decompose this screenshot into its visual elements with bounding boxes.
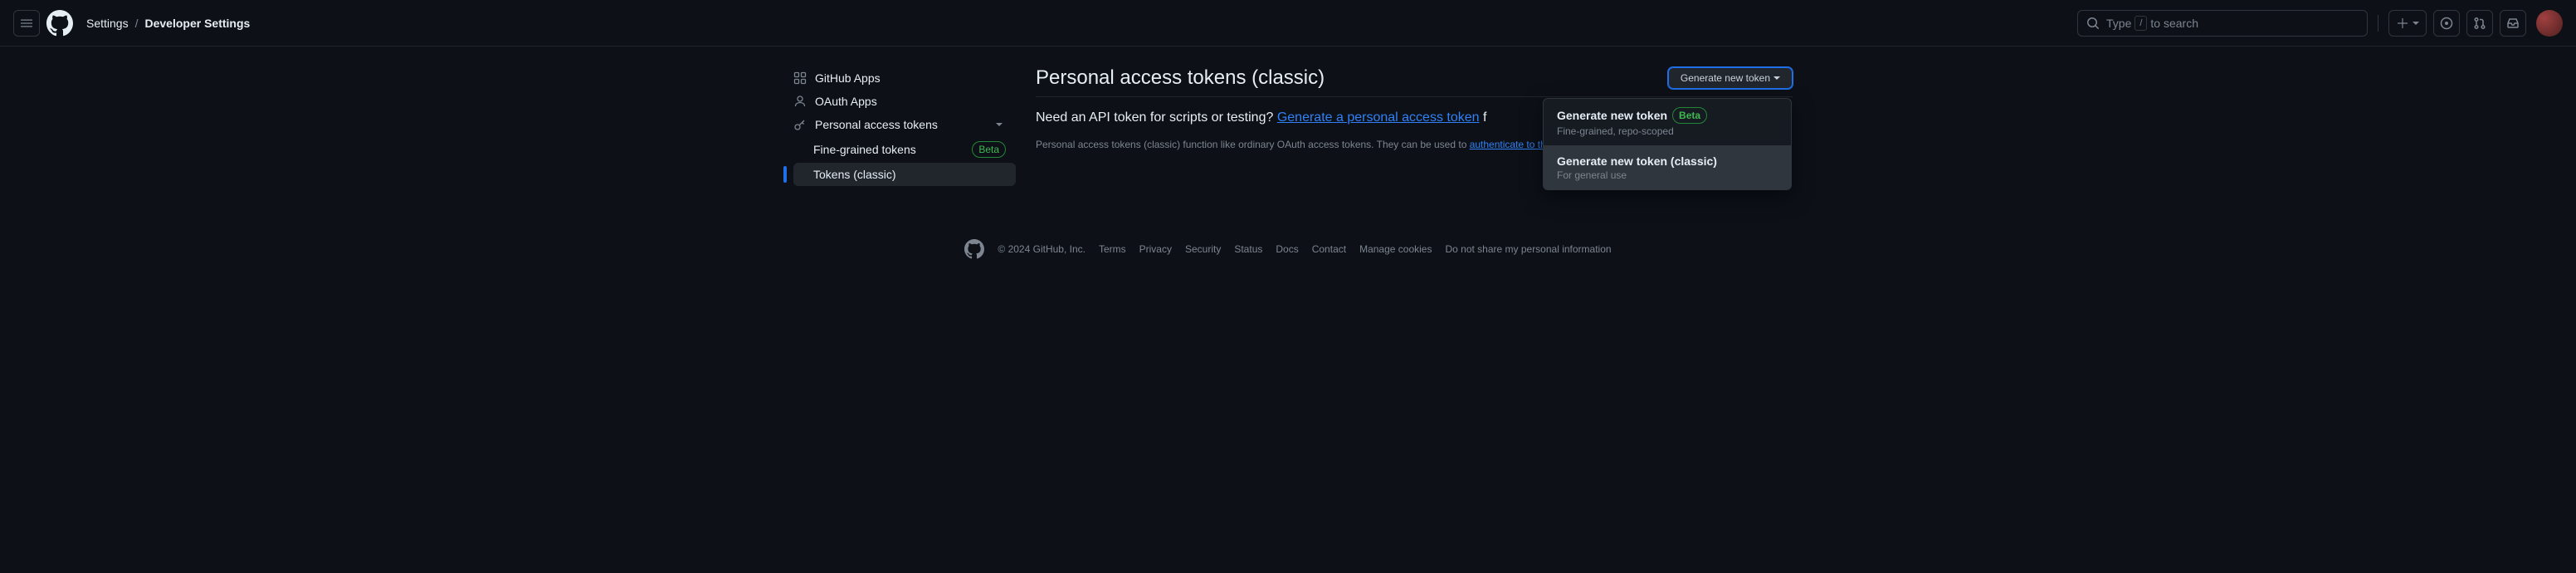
create-new-button[interactable]	[2388, 10, 2427, 37]
sidebar-item-label: OAuth Apps	[815, 95, 877, 108]
global-header: Settings / Developer Settings Type / to …	[0, 0, 2576, 47]
hamburger-icon	[20, 17, 33, 30]
main-content: Personal access tokens (classic) Generat…	[1036, 66, 1793, 186]
footer-link-privacy[interactable]: Privacy	[1139, 243, 1172, 255]
footer-link-contact[interactable]: Contact	[1312, 243, 1346, 255]
notifications-button[interactable]	[2500, 10, 2526, 37]
footer-link-manage-cookies[interactable]: Manage cookies	[1359, 243, 1432, 255]
dropdown-item-subtitle: For general use	[1557, 169, 1778, 181]
pull-requests-button[interactable]	[2466, 10, 2493, 37]
beta-badge: Beta	[972, 141, 1006, 158]
search-placeholder: Type / to search	[2106, 16, 2198, 31]
footer-link-status[interactable]: Status	[1234, 243, 1262, 255]
page-title: Personal access tokens (classic)	[1036, 66, 1325, 90]
plus-icon	[2396, 17, 2409, 30]
chevron-down-icon	[993, 118, 1006, 131]
sidebar-item-label: Tokens (classic)	[813, 168, 896, 181]
dropdown-item-classic[interactable]: Generate new token (classic) For general…	[1544, 146, 1791, 189]
key-icon	[793, 118, 807, 131]
generate-token-link[interactable]: Generate a personal access token	[1277, 110, 1480, 125]
user-avatar[interactable]	[2536, 10, 2563, 37]
github-logo-icon[interactable]	[46, 10, 73, 37]
sidebar-subitem-tokens-classic[interactable]: Tokens (classic)	[793, 163, 1016, 186]
footer-link-security[interactable]: Security	[1185, 243, 1221, 255]
sidebar: GitHub Apps OAuth Apps Personal access t…	[783, 66, 1016, 186]
footer-link-terms[interactable]: Terms	[1099, 243, 1126, 255]
breadcrumb: Settings / Developer Settings	[86, 17, 250, 30]
sidebar-subitem-fine-grained[interactable]: Fine-grained tokens Beta	[793, 136, 1016, 163]
issue-icon	[2440, 17, 2453, 30]
search-icon	[2086, 17, 2100, 30]
sidebar-item-label: Fine-grained tokens	[813, 143, 916, 156]
github-logo-icon[interactable]	[964, 239, 984, 259]
dropdown-item-title: Generate new token	[1557, 109, 1667, 122]
dropdown-item-subtitle: Fine-grained, repo-scoped	[1557, 125, 1778, 137]
pull-request-icon	[2473, 17, 2486, 30]
hamburger-menu-button[interactable]	[13, 10, 40, 37]
generate-new-token-button[interactable]: Generate new token Generate new token Be…	[1668, 67, 1793, 89]
apps-icon	[793, 71, 807, 85]
footer: © 2024 GitHub, Inc. Terms Privacy Securi…	[0, 206, 2576, 272]
inbox-icon	[2506, 17, 2520, 30]
chevron-down-icon	[2413, 22, 2419, 25]
chevron-down-icon	[1773, 76, 1780, 80]
footer-link-do-not-share[interactable]: Do not share my personal information	[1445, 243, 1611, 255]
issues-button[interactable]	[2433, 10, 2460, 37]
breadcrumb-current: Developer Settings	[144, 17, 250, 30]
dropdown-item-fine-grained[interactable]: Generate new token Beta Fine-grained, re…	[1544, 99, 1791, 146]
sidebar-item-oauth-apps[interactable]: OAuth Apps	[783, 90, 1016, 113]
dropdown-item-title: Generate new token (classic)	[1557, 154, 1717, 168]
footer-copyright: © 2024 GitHub, Inc.	[998, 243, 1086, 255]
beta-badge: Beta	[1672, 107, 1707, 124]
breadcrumb-settings-link[interactable]: Settings	[86, 17, 129, 30]
breadcrumb-separator: /	[135, 17, 139, 30]
person-icon	[793, 95, 807, 108]
footer-link-docs[interactable]: Docs	[1276, 243, 1298, 255]
sidebar-item-label: Personal access tokens	[815, 118, 938, 131]
sidebar-item-label: GitHub Apps	[815, 71, 881, 85]
generate-token-dropdown: Generate new token Beta Fine-grained, re…	[1543, 98, 1792, 190]
slash-key-hint: /	[2134, 16, 2147, 31]
sidebar-item-personal-access-tokens[interactable]: Personal access tokens	[783, 113, 1016, 136]
search-input[interactable]: Type / to search	[2077, 10, 2368, 37]
sidebar-item-github-apps[interactable]: GitHub Apps	[783, 66, 1016, 90]
